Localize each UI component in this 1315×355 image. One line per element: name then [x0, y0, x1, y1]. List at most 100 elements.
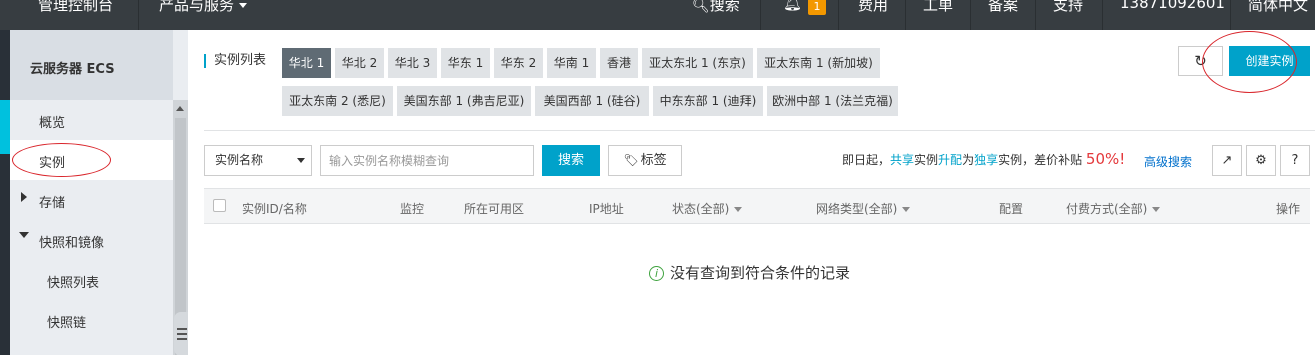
nav-divider: [1035, 0, 1036, 30]
account-menu[interactable]: 13871092601: [1120, 0, 1225, 12]
promo-text: 为: [962, 153, 975, 167]
select-all-checkbox[interactable]: [213, 199, 226, 212]
products-menu[interactable]: 产品与服务: [159, 0, 248, 15]
promo-text: 实例: [914, 153, 939, 167]
col-config: 配置: [999, 202, 1024, 216]
filter-field-select[interactable]: 实例名称: [204, 145, 312, 176]
region-tab[interactable]: 香港: [600, 48, 638, 78]
sidebar-item-snapshot-list[interactable]: 快照列表: [10, 260, 173, 300]
col-billing-filter[interactable]: 付费方式(全部): [1066, 200, 1161, 217]
region-tab[interactable]: 美国东部 1 (弗吉尼亚): [397, 86, 531, 116]
chevron-down-icon: [1152, 207, 1161, 212]
nav-divider: [905, 0, 906, 30]
nav-divider: [1102, 0, 1103, 30]
nav-divider: [138, 0, 139, 30]
tag-button[interactable]: 🏷︎ 标签: [608, 145, 682, 176]
col-network-filter[interactable]: 网络类型(全部): [816, 200, 911, 217]
tickets-link[interactable]: 工单: [923, 0, 953, 15]
menu-icon: [177, 328, 187, 340]
console-home-link[interactable]: 管理控制台: [38, 0, 113, 15]
tag-button-label: 标签: [640, 153, 667, 168]
notification-badge: 1: [808, 0, 826, 15]
search-link[interactable]: 🔍︎搜索: [692, 0, 740, 15]
help-button[interactable]: ?: [1280, 145, 1310, 176]
region-tab[interactable]: 美国西部 1 (硅谷): [535, 86, 649, 116]
caret-right-icon: [21, 192, 27, 202]
region-tab[interactable]: 华北 2: [335, 48, 384, 78]
table-header: 实例ID/名称 监控 所在可用区 IP地址 状态(全部) 网络类型(全部) 配置…: [204, 188, 1310, 224]
col-actions: 操作: [1276, 202, 1301, 216]
sidebar-item-storage[interactable]: 存储: [10, 180, 173, 220]
region-tab[interactable]: 华北 1: [282, 48, 331, 78]
promo-banner: 即日起，共享实例升配为独享实例，差价补贴 50%!: [842, 150, 1125, 168]
sidebar-item-instances[interactable]: 实例: [10, 140, 173, 180]
search-icon: 🔍︎: [692, 0, 710, 14]
region-tab[interactable]: 中东东部 1 (迪拜): [653, 86, 763, 116]
nav-divider: [970, 0, 971, 30]
empty-state: i 没有查询到符合条件的记录: [649, 262, 850, 283]
sidebar-collapse-handle[interactable]: [174, 312, 188, 355]
support-link[interactable]: 支持: [1053, 0, 1083, 15]
nav-divider: [838, 0, 839, 30]
sidebar-item-snapshots-images[interactable]: 快照和镜像: [10, 220, 173, 260]
sidebar-rail-active-indicator: [0, 100, 10, 154]
nav-divider: [760, 0, 761, 30]
tag-icon: 🏷︎: [623, 153, 639, 167]
select-value: 实例名称: [215, 153, 264, 167]
promo-percent: 50%!: [1085, 150, 1126, 168]
col-status-filter[interactable]: 状态(全部): [672, 200, 743, 217]
sidebar-item-snapshot-chain[interactable]: 快照链: [10, 300, 173, 340]
sidebar-title: 云服务器 ECS: [10, 30, 173, 100]
empty-message: 没有查询到符合条件的记录: [670, 264, 851, 282]
scroll-up-icon[interactable]: [176, 106, 184, 111]
promo-upgrade-link[interactable]: 升配: [938, 153, 962, 167]
sidebar-title-label: 云服务器 ECS: [30, 62, 115, 77]
chevron-down-icon: [734, 207, 743, 212]
region-tab[interactable]: 亚太东北 1 (东京): [642, 48, 753, 78]
region-tab[interactable]: 华东 1: [441, 48, 490, 78]
search-button[interactable]: 搜索: [542, 145, 600, 176]
region-tab[interactable]: 华北 3: [388, 48, 437, 78]
export-button[interactable]: ↗: [1212, 145, 1242, 176]
region-tab[interactable]: 亚太东南 2 (悉尼): [282, 86, 393, 116]
page-title: 实例列表: [204, 54, 266, 68]
col-status-label: 状态(全部): [672, 202, 730, 216]
sidebar-item-label: 快照和镜像: [39, 236, 105, 251]
promo-exclusive-link[interactable]: 独享: [974, 153, 998, 167]
promo-shared-link[interactable]: 共享: [890, 153, 914, 167]
sidebar-rail: [0, 30, 10, 355]
sidebar-item-label: 快照链: [47, 316, 87, 331]
nav-divider: [1230, 0, 1231, 30]
region-tab[interactable]: 欧洲中部 1 (法兰克福): [767, 86, 898, 116]
promo-text: 实例，差价补贴: [998, 153, 1086, 167]
promo-prefix: 即日起，: [842, 153, 891, 167]
top-navbar: 管理控制台 产品与服务 🔍︎搜索 🔔︎ 1 费用 工单 备案 支持 138710…: [0, 0, 1315, 30]
gear-icon: ⚙︎: [1255, 153, 1267, 168]
sidebar-item-label: 快照列表: [47, 276, 100, 291]
sidebar-item-overview[interactable]: 概览: [10, 100, 173, 140]
col-billing-label: 付费方式(全部): [1066, 202, 1148, 216]
filing-link[interactable]: 备案: [988, 0, 1018, 15]
col-monitor: 监控: [400, 202, 425, 216]
fees-link[interactable]: 费用: [858, 0, 888, 15]
create-instance-button[interactable]: 创建实例: [1229, 46, 1310, 76]
chevron-down-icon: [297, 158, 305, 163]
sidebar: 云服务器 ECS 概览 实例 存储 快照和镜像 快照列表 快照链: [0, 30, 188, 355]
sidebar-item-label: 概览: [39, 116, 66, 131]
advanced-search-link[interactable]: 高级搜索: [1144, 153, 1192, 170]
region-tab[interactable]: 亚太东南 1 (新加坡): [757, 48, 880, 78]
caret-down-icon: [19, 232, 29, 238]
sidebar-item-label: 实例: [39, 156, 66, 171]
products-label: 产品与服务: [159, 0, 235, 14]
info-icon: i: [649, 266, 664, 281]
col-ip: IP地址: [589, 202, 624, 216]
search-input[interactable]: [320, 145, 534, 176]
region-tab[interactable]: 华东 2: [494, 48, 543, 78]
col-network-label: 网络类型(全部): [816, 202, 898, 216]
region-tab[interactable]: 华南 1: [547, 48, 596, 78]
language-menu[interactable]: 简体中文: [1248, 0, 1308, 15]
bell-icon[interactable]: 🔔︎: [783, 0, 802, 12]
chevron-down-icon: [239, 3, 248, 8]
refresh-button[interactable]: ↻: [1178, 46, 1223, 76]
settings-button[interactable]: ⚙︎: [1246, 145, 1276, 176]
